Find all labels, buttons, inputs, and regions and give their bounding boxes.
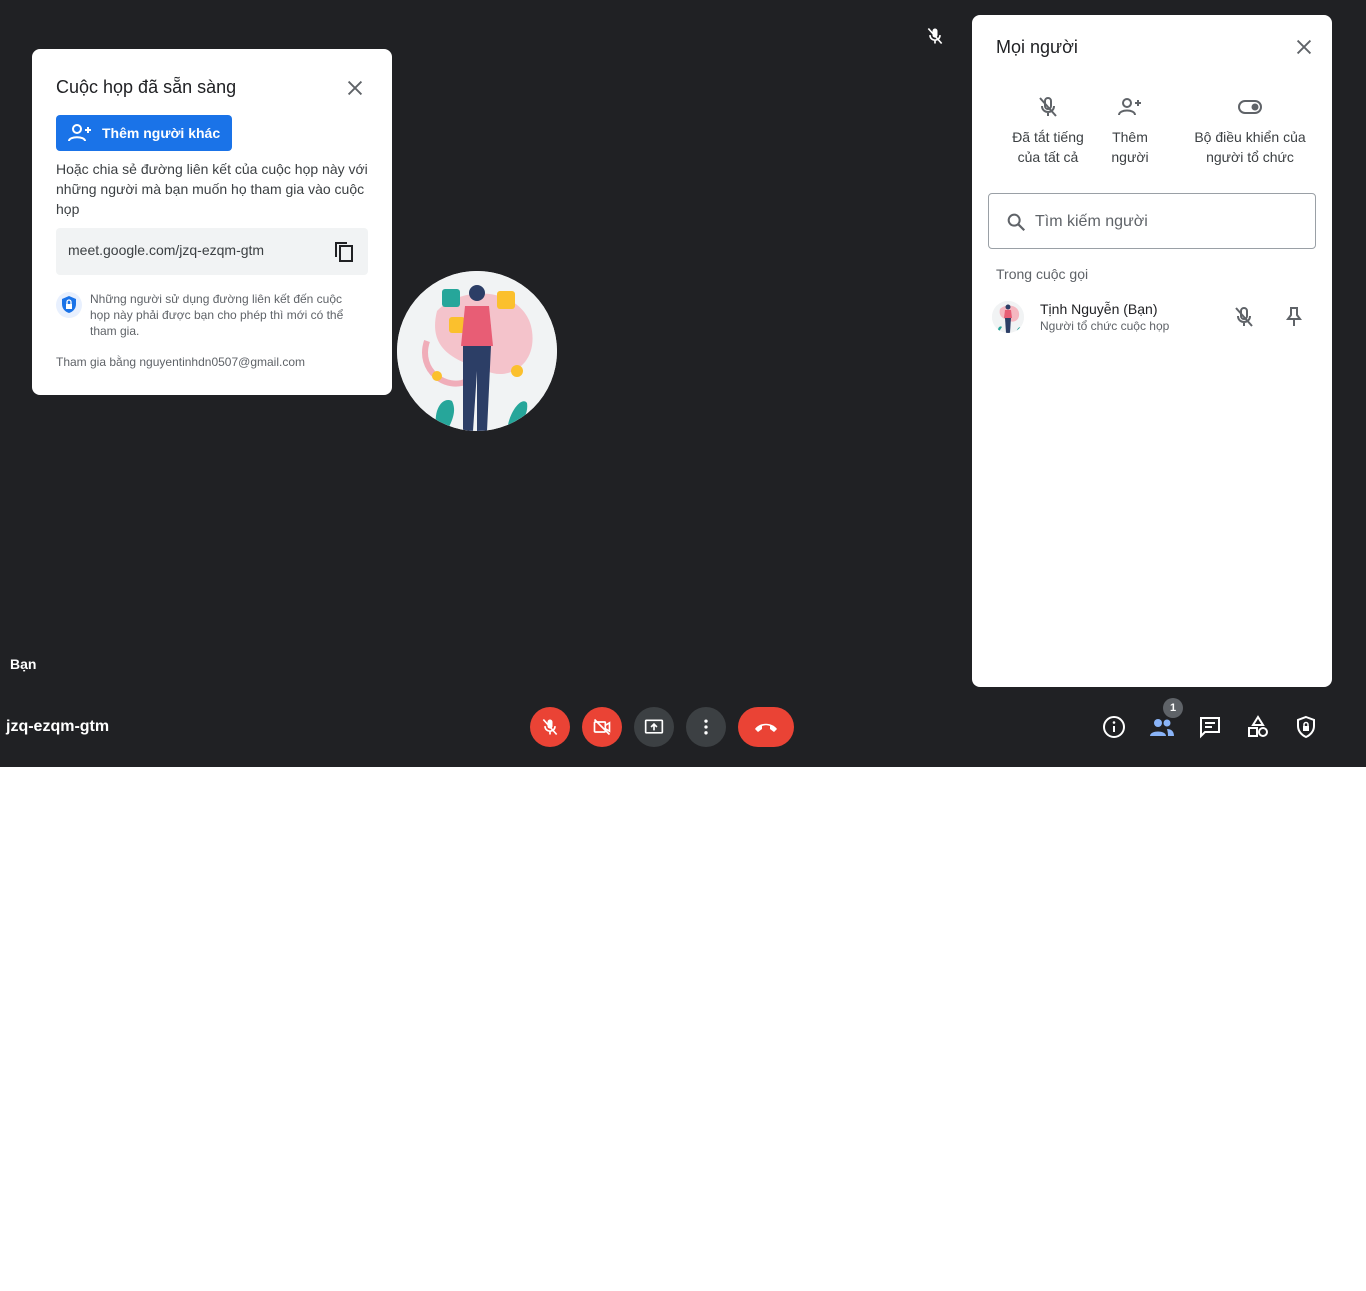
host-controls-label-2: người tổ chức (1206, 149, 1294, 165)
meeting-info-button[interactable] (1101, 714, 1127, 740)
mic-off-icon (542, 718, 558, 736)
panel-title: Mọi người (996, 37, 1078, 57)
share-instructions: Hoặc chia sẻ đường liên kết của cuộc họp… (56, 161, 368, 217)
mic-off-indicator-icon (925, 26, 945, 51)
blank-area (0, 767, 1366, 1291)
chat-button[interactable] (1197, 714, 1223, 740)
meeting-stage: Cuộc họp đã sẵn sàng Thêm người khác Hoặ… (0, 0, 1366, 767)
copy-icon[interactable] (332, 240, 356, 269)
dialog-title: Cuộc họp đã sẵn sàng (56, 77, 237, 97)
add-people-label-2: người (1111, 149, 1149, 165)
phone-hangup-icon (755, 723, 777, 732)
mute-all-label-1: Đã tắt tiếng (1012, 129, 1084, 145)
meeting-link: meet.google.com/jzq-ezqm-gtm (68, 242, 265, 258)
add-others-label: Thêm người khác (102, 125, 221, 141)
meeting-link-box: meet.google.com/jzq-ezqm-gtm (56, 228, 368, 275)
people-icon (1150, 719, 1174, 736)
shapes-icon (1248, 715, 1268, 737)
host-controls-toolbar-button[interactable] (1293, 714, 1319, 740)
present-icon (644, 719, 664, 734)
in-call-section-label: Trong cuộc gọi (996, 266, 1089, 282)
camera-toggle-button[interactable] (582, 707, 622, 747)
activities-button[interactable] (1245, 714, 1271, 740)
search-icon (1007, 213, 1026, 232)
more-options-button[interactable] (686, 707, 726, 747)
mic-toggle-button[interactable] (530, 707, 570, 747)
avatar (992, 301, 1024, 333)
info-icon (1103, 716, 1125, 738)
close-icon[interactable] (344, 77, 366, 99)
joined-as-text: Tham gia bằng nguyentinhdn0507@gmail.com (56, 355, 306, 369)
person-add-icon (1118, 98, 1141, 116)
host-controls-button[interactable]: Bộ điều khiển của người tổ chức (1180, 95, 1320, 167)
chat-icon (1200, 717, 1220, 739)
participant-row: Tịnh Nguyễn (Bạn) Người tổ chức cuộc họp (988, 295, 1316, 343)
mute-all-button[interactable]: Đã tắt tiếng của tất cả (988, 95, 1108, 167)
meeting-code: jzq-ezqm-gtm (6, 718, 110, 735)
people-count-badge: 1 (1163, 698, 1183, 718)
add-people-label-1: Thêm (1112, 129, 1148, 145)
add-others-button[interactable]: Thêm người khác (56, 115, 232, 151)
mic-off-icon[interactable] (1232, 305, 1256, 334)
leave-call-button[interactable] (738, 707, 794, 747)
mute-all-label-2: của tất cả (1017, 149, 1079, 165)
search-people-field[interactable] (988, 193, 1316, 249)
shield-lock-icon (56, 291, 82, 324)
meeting-ready-dialog: Cuộc họp đã sẵn sàng Thêm người khác Hoặ… (32, 49, 392, 395)
present-screen-button[interactable] (634, 707, 674, 747)
participant-avatar-large (397, 271, 557, 431)
add-people-button[interactable]: Thêm người (1100, 95, 1160, 167)
toggle-icon (1238, 100, 1262, 114)
more-vert-icon (704, 719, 708, 735)
pin-icon[interactable] (1282, 305, 1306, 334)
host-controls-label-1: Bộ điều khiển của (1194, 129, 1306, 145)
camera-off-icon (593, 718, 611, 736)
mic-off-icon (1039, 97, 1057, 117)
self-tile-label: Bạn (10, 656, 37, 672)
shield-lock-icon (1297, 715, 1315, 739)
permission-notice: Những người sử dụng đường liên kết đến c… (90, 292, 344, 338)
close-icon[interactable] (1293, 36, 1315, 63)
search-people-input[interactable] (1035, 208, 1295, 236)
person-add-icon (68, 124, 91, 142)
participant-name: Tịnh Nguyễn (Bạn) (1040, 301, 1158, 317)
people-panel: Mọi người Đã tắt tiếng của tất cả Thêm n… (972, 15, 1332, 687)
participant-role: Người tổ chức cuộc họp (1040, 319, 1170, 333)
